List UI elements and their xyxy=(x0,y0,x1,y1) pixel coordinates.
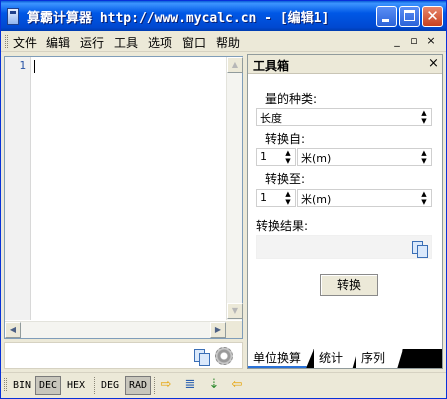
menu-options[interactable]: 选项 xyxy=(148,34,172,51)
to-unit-value: 米(m) xyxy=(301,193,332,206)
scroll-down-icon[interactable]: ▼ xyxy=(227,303,243,319)
toolbar-grip-icon[interactable] xyxy=(4,378,7,391)
window-title: 算霸计算器 http://www.mycalc.cn - [编辑1] xyxy=(27,11,330,26)
from-unit-value: 米(m) xyxy=(301,152,332,165)
mdi-close-icon[interactable]: × xyxy=(424,34,438,47)
vertical-scrollbar[interactable]: ▲ ▼ xyxy=(226,57,243,320)
tab-statistics[interactable]: 统计 xyxy=(314,349,358,368)
scroll-left-icon[interactable]: ◀ xyxy=(5,322,21,338)
tab-unit-conversion[interactable]: 单位换算 xyxy=(248,349,314,368)
menu-run[interactable]: 运行 xyxy=(80,34,104,51)
scroll-right-icon[interactable]: ▶ xyxy=(210,322,226,338)
spin-arrows-icon: ▲ ▼ xyxy=(421,149,427,165)
status-toolbar: BIN DEC HEX DEG RAD ⇨ ≣ ⇣ ⇦ xyxy=(1,372,446,398)
menu-help[interactable]: 帮助 xyxy=(216,34,240,51)
spin-arrows-icon: ▲ ▼ xyxy=(421,109,427,125)
convert-button[interactable]: 转换 xyxy=(320,274,378,296)
close-button[interactable]: ✕ xyxy=(422,6,443,27)
quantity-label: 量的种类: xyxy=(265,92,318,106)
menu-edit[interactable]: 编辑 xyxy=(46,34,70,51)
copy-icon[interactable] xyxy=(192,347,210,366)
close-icon: ✕ xyxy=(426,7,439,25)
maximize-button[interactable] xyxy=(399,6,420,27)
menu-file[interactable]: 文件 xyxy=(13,34,37,51)
step-into-icon[interactable]: ⇣ xyxy=(206,378,222,392)
minimize-icon xyxy=(382,19,389,22)
mdi-minimize-icon[interactable]: _ xyxy=(390,34,404,47)
stop-arrow-icon[interactable]: ⇦ xyxy=(229,378,245,392)
result-field[interactable] xyxy=(256,235,432,259)
calculator-app-icon xyxy=(7,8,19,25)
base-bin-button[interactable]: BIN xyxy=(10,376,34,395)
base-dec-button[interactable]: DEC xyxy=(35,376,61,395)
to-label: 转换至: xyxy=(265,172,306,186)
toolbox-panel: 工具箱 × 量的种类: 长度 ▲ ▼ 转换自: 1 ▲ ▼ 米(m) ▲ ▼ 转换至:… xyxy=(247,54,443,369)
from-number-value: 1 xyxy=(260,150,267,163)
spin-arrows-icon: ▲ ▼ xyxy=(421,190,427,206)
maximize-icon xyxy=(404,10,415,21)
mdi-restore-icon[interactable]: ▫ xyxy=(407,34,421,47)
from-number-spinner[interactable]: 1 ▲ ▼ xyxy=(256,148,296,166)
menu-window[interactable]: 窗口 xyxy=(182,34,206,51)
minimize-button[interactable] xyxy=(376,6,397,27)
copy-result-icon[interactable] xyxy=(410,239,428,258)
run-arrow-icon[interactable]: ⇨ xyxy=(158,378,174,392)
code-editor[interactable]: 1 ▲ ▼ ◀ ▶ xyxy=(4,56,243,339)
quantity-select[interactable]: 长度 ▲ ▼ xyxy=(256,108,432,126)
output-strip xyxy=(4,342,243,369)
menu-grip-icon[interactable] xyxy=(5,35,8,48)
scroll-up-icon[interactable]: ▲ xyxy=(227,57,243,73)
gear-icon[interactable] xyxy=(215,347,233,365)
to-number-value: 1 xyxy=(260,191,267,204)
spin-arrows-icon: ▲ ▼ xyxy=(285,149,291,165)
toolbox-title: 工具箱 xyxy=(253,59,290,73)
from-label: 转换自: xyxy=(265,132,306,146)
quantity-value: 长度 xyxy=(260,112,282,125)
menu-bar: 文件 编辑 运行 工具 选项 窗口 帮助 _ ▫ × xyxy=(1,31,446,52)
text-caret xyxy=(34,60,35,73)
from-unit-select[interactable]: 米(m) ▲ ▼ xyxy=(297,148,432,166)
toolbar-separator xyxy=(154,377,155,394)
toolbar-separator xyxy=(94,377,95,394)
menu-tools[interactable]: 工具 xyxy=(114,34,138,51)
horizontal-scrollbar[interactable]: ◀ ▶ xyxy=(5,321,226,338)
toolbox-tabs: 单位换算 统计 序列 xyxy=(248,349,442,368)
angle-deg-button[interactable]: DEG xyxy=(97,376,123,395)
to-unit-select[interactable]: 米(m) ▲ ▼ xyxy=(297,189,432,207)
title-bar[interactable]: 算霸计算器 http://www.mycalc.cn - [编辑1] ✕ xyxy=(1,1,446,31)
toolbox-header: 工具箱 × xyxy=(248,55,442,74)
line-number-gutter: 1 xyxy=(5,57,31,320)
angle-rad-button[interactable]: RAD xyxy=(125,376,151,395)
step-icon[interactable]: ≣ xyxy=(182,378,198,392)
tab-sequence[interactable]: 序列 xyxy=(356,349,403,368)
base-hex-button[interactable]: HEX xyxy=(63,376,89,395)
toolbox-close-icon[interactable]: × xyxy=(428,56,439,71)
app-window: 算霸计算器 http://www.mycalc.cn - [编辑1] ✕ 文件 … xyxy=(0,0,447,399)
to-number-spinner[interactable]: 1 ▲ ▼ xyxy=(256,189,296,207)
result-label: 转换结果: xyxy=(256,219,309,233)
scroll-corner xyxy=(226,321,242,338)
line-number: 1 xyxy=(19,59,26,72)
spin-arrows-icon: ▲ ▼ xyxy=(285,190,291,206)
